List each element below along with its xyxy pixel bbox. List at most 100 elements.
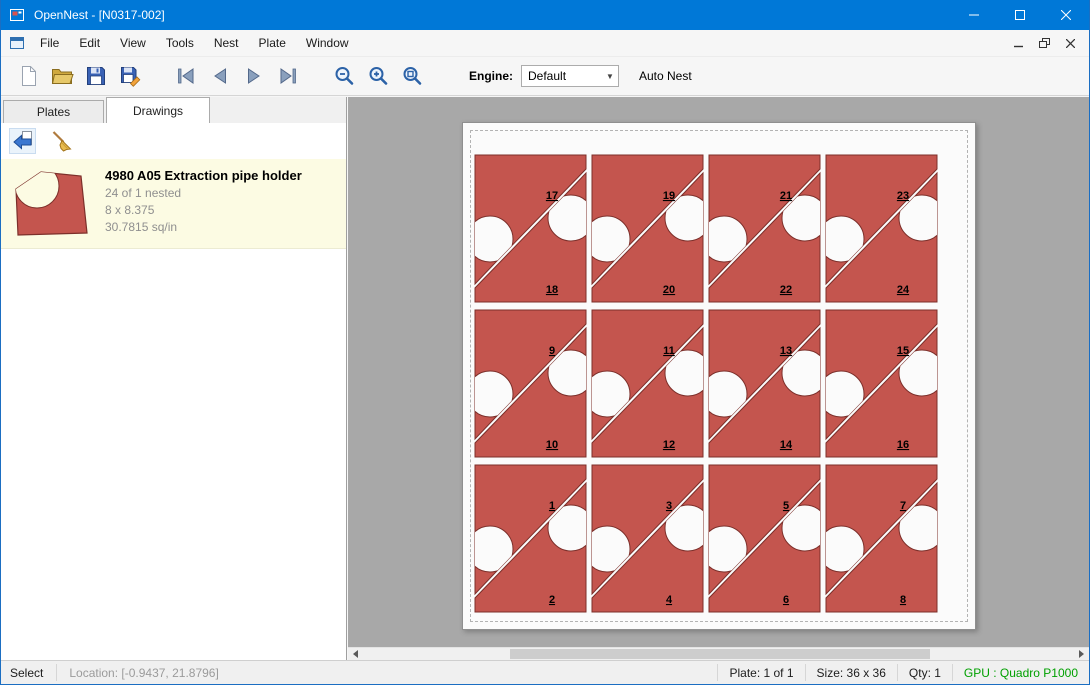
part-number: 11 bbox=[663, 345, 675, 357]
part-number: 21 bbox=[780, 190, 792, 202]
previous-arrow-icon bbox=[208, 64, 232, 88]
horizontal-scrollbar[interactable] bbox=[348, 647, 1089, 660]
part-hole bbox=[701, 371, 747, 417]
menu-file[interactable]: File bbox=[30, 30, 69, 56]
minimize-button[interactable] bbox=[951, 0, 997, 30]
nested-pair-cell[interactable]: 1718 bbox=[467, 155, 594, 302]
status-bar: Select Location: [-0.9437, 21.8796] Plat… bbox=[1, 660, 1089, 684]
last-plate-button[interactable] bbox=[271, 60, 305, 92]
part-number: 24 bbox=[897, 284, 910, 296]
zoom-in-icon bbox=[366, 64, 390, 88]
nested-pair-cell[interactable]: 11 12 bbox=[584, 310, 711, 457]
nested-pair-cell[interactable]: 12 bbox=[467, 465, 594, 612]
status-mode: Select bbox=[1, 666, 56, 680]
zoom-fit-button[interactable] bbox=[395, 60, 429, 92]
broom-icon bbox=[50, 129, 74, 153]
part-number: 7 bbox=[900, 500, 906, 512]
scroll-left-icon bbox=[349, 650, 358, 658]
maximize-button[interactable] bbox=[997, 0, 1043, 30]
tab-plates[interactable]: Plates bbox=[3, 100, 104, 123]
part-hole bbox=[467, 371, 513, 417]
nested-pair-cell[interactable]: 1920 bbox=[584, 155, 711, 302]
part-number: 6 bbox=[783, 594, 789, 606]
main-toolbar: Engine: Default ▼ Auto Nest bbox=[1, 56, 1089, 96]
mdi-minimize-button[interactable] bbox=[1005, 32, 1031, 54]
part-number: 23 bbox=[897, 190, 909, 202]
part-hole bbox=[584, 526, 630, 572]
next-arrow-icon bbox=[242, 64, 266, 88]
menu-view[interactable]: View bbox=[110, 30, 156, 56]
previous-plate-button[interactable] bbox=[203, 60, 237, 92]
part-number: 10 bbox=[546, 439, 558, 451]
scroll-right-button[interactable] bbox=[1076, 648, 1089, 660]
save-as-button[interactable] bbox=[113, 60, 147, 92]
part-number: 1 bbox=[549, 500, 555, 512]
part-hole bbox=[584, 371, 630, 417]
zoom-out-button[interactable] bbox=[327, 60, 361, 92]
next-plate-button[interactable] bbox=[237, 60, 271, 92]
menu-bar: File Edit View Tools Nest Plate Window bbox=[1, 30, 1089, 56]
engine-select[interactable]: Default ▼ bbox=[521, 65, 619, 87]
nested-pair-cell[interactable]: 78 bbox=[818, 465, 945, 612]
drawing-list-item[interactable]: 4980 A05 Extraction pipe holder 24 of 1 … bbox=[1, 159, 346, 249]
nested-pair-cell[interactable]: 1314 bbox=[701, 310, 828, 457]
menu-window[interactable]: Window bbox=[296, 30, 359, 56]
drawings-toolbar bbox=[1, 123, 346, 159]
scroll-left-button[interactable] bbox=[348, 648, 361, 660]
nested-pair-cell[interactable]: 910 bbox=[467, 310, 594, 457]
save-icon bbox=[84, 64, 108, 88]
part-number: 12 bbox=[663, 439, 675, 451]
nested-pair-cell[interactable]: 1516 bbox=[818, 310, 945, 457]
zoom-in-button[interactable] bbox=[361, 60, 395, 92]
nested-pair-cell[interactable]: 2122 bbox=[701, 155, 828, 302]
status-gpu: GPU : Quadro P1000 bbox=[953, 666, 1089, 680]
mdi-close-icon bbox=[1066, 39, 1075, 48]
zoom-fit-icon bbox=[400, 64, 424, 88]
drawing-thumbnail bbox=[9, 165, 95, 241]
title-bar: OpenNest - [N0317-002] bbox=[1, 0, 1089, 30]
import-drawing-button[interactable] bbox=[9, 128, 36, 154]
first-plate-button[interactable] bbox=[169, 60, 203, 92]
drawing-title: 4980 A05 Extraction pipe holder bbox=[105, 168, 302, 183]
part-hole bbox=[467, 216, 513, 262]
document-window-icon bbox=[9, 35, 25, 51]
window-title: OpenNest - [N0317-002] bbox=[34, 8, 165, 22]
status-size: Size: 36 x 36 bbox=[806, 666, 897, 680]
part-number: 2 bbox=[549, 594, 555, 606]
part-hole bbox=[584, 216, 630, 262]
part-hole bbox=[467, 526, 513, 572]
nest-canvas[interactable]: 171819202122232491011121314151612345678 bbox=[348, 97, 1089, 647]
app-window: OpenNest - [N0317-002] File Edit View To… bbox=[0, 0, 1090, 685]
close-button[interactable] bbox=[1043, 0, 1089, 30]
plate-sheet[interactable]: 171819202122232491011121314151612345678 bbox=[462, 122, 976, 630]
import-arrow-icon bbox=[11, 129, 35, 153]
auto-nest-label[interactable]: Auto Nest bbox=[639, 69, 692, 83]
mdi-restore-button[interactable] bbox=[1031, 32, 1057, 54]
nested-pair-cell[interactable]: 56 bbox=[701, 465, 828, 612]
part-number: 13 bbox=[780, 345, 792, 357]
menu-nest[interactable]: Nest bbox=[204, 30, 249, 56]
menu-tools[interactable]: Tools bbox=[156, 30, 204, 56]
clear-drawings-button[interactable] bbox=[48, 128, 75, 154]
tab-strip: Plates Drawings bbox=[1, 97, 346, 123]
drawing-size: 8 x 8.375 bbox=[105, 203, 302, 217]
part-number: 18 bbox=[546, 284, 558, 296]
menu-plate[interactable]: Plate bbox=[249, 30, 296, 56]
scrollbar-thumb[interactable] bbox=[510, 649, 930, 659]
part-number: 17 bbox=[546, 190, 558, 202]
part-number: 8 bbox=[900, 594, 906, 606]
menu-edit[interactable]: Edit bbox=[69, 30, 110, 56]
chevron-down-icon: ▼ bbox=[602, 66, 618, 86]
save-button[interactable] bbox=[79, 60, 113, 92]
nested-pair-cell[interactable]: 34 bbox=[584, 465, 711, 612]
scroll-right-icon bbox=[1079, 650, 1088, 658]
mdi-close-button[interactable] bbox=[1057, 32, 1083, 54]
app-icon bbox=[9, 7, 25, 23]
open-button[interactable] bbox=[45, 60, 79, 92]
part-number: 16 bbox=[897, 439, 909, 451]
nested-pair-cell[interactable]: 23 24 bbox=[818, 155, 945, 302]
tab-drawings[interactable]: Drawings bbox=[106, 97, 210, 123]
part-hole bbox=[818, 371, 864, 417]
part-number: 4 bbox=[666, 594, 673, 606]
new-button[interactable] bbox=[11, 60, 45, 92]
